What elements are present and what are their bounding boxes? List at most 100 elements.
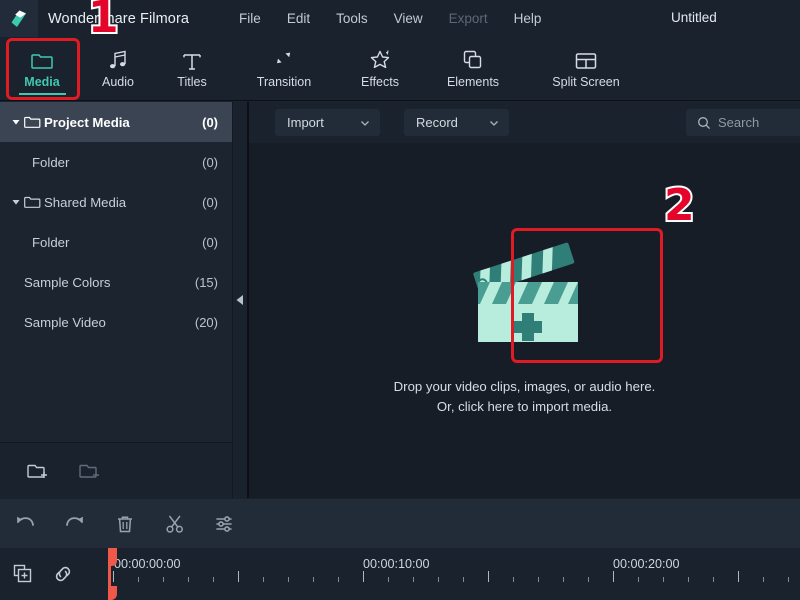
ruler-tick-minor	[663, 577, 664, 582]
clapperboard-plus-icon	[450, 225, 600, 358]
tree-item-count: (0)	[202, 114, 218, 130]
tree-item-folder[interactable]: Folder (0)	[0, 222, 232, 262]
toolbar-tab-transition[interactable]: Transition	[236, 37, 332, 101]
media-panel-toolbar: Import Record Search	[249, 102, 800, 143]
ruler-tick-minor	[438, 577, 439, 582]
toolbar-tab-label: Elements	[446, 75, 500, 89]
settings-button[interactable]	[200, 499, 250, 548]
menu-item-view[interactable]: View	[381, 7, 436, 30]
filmora-diamond-logo-icon	[11, 10, 26, 27]
undo-button[interactable]	[0, 499, 50, 548]
toolbar-tab-effects[interactable]: Effects	[344, 37, 416, 101]
text-t-icon	[181, 49, 203, 71]
ruler-tick-minor	[463, 577, 464, 582]
search-input[interactable]: Search	[686, 109, 800, 136]
chevron-down-icon[interactable]	[8, 117, 24, 127]
tree-item-project-media[interactable]: Project Media (0)	[0, 102, 232, 142]
ruler-tick-minor	[288, 577, 289, 582]
add-track-icon	[13, 564, 32, 583]
menu-item-export: Export	[448, 11, 488, 26]
settings-sliders-icon	[216, 515, 232, 532]
document-title: Untitled	[671, 10, 717, 25]
ruler-tick-major	[113, 571, 114, 582]
ruler-tick-minor	[713, 577, 714, 582]
new-folder-icon	[27, 464, 47, 478]
redo-button[interactable]	[50, 499, 100, 548]
collapse-left-arrow-icon	[236, 295, 243, 305]
media-panel: Import Record Search Drop your video cli…	[249, 102, 800, 498]
toolbar-tab-audio[interactable]: Audio	[86, 37, 150, 101]
undo-icon	[17, 516, 34, 526]
tree-item-label: Project Media	[44, 114, 130, 130]
tree-item-count: (15)	[194, 274, 218, 290]
ruler-tick-minor	[763, 577, 764, 582]
chevron-down-icon[interactable]	[8, 197, 24, 207]
tree-item-label: Folder	[32, 234, 70, 250]
ruler-tick-major	[488, 571, 489, 582]
ruler-tick-minor	[538, 577, 539, 582]
record-dropdown-label: Record	[416, 115, 458, 130]
tree-item-shared-media[interactable]: Shared Media (0)	[0, 182, 232, 222]
tree-item-label: Folder	[32, 154, 70, 170]
remove-folder-button[interactable]	[79, 461, 101, 481]
ruler-tick-major	[238, 571, 239, 582]
ruler-tick-major	[363, 571, 364, 582]
toolbar-tab-split-screen[interactable]: Split Screen	[530, 37, 642, 101]
link-clips-icon	[55, 566, 71, 582]
tree-item-folder[interactable]: Folder (0)	[0, 142, 232, 182]
record-dropdown[interactable]: Record	[404, 109, 509, 136]
sidebar-footer-toolbar	[0, 443, 233, 498]
menu-bar: File Edit Tools View Export Help	[226, 7, 554, 30]
redo-icon	[66, 516, 83, 526]
toolbar-tab-media[interactable]: Media	[10, 37, 74, 101]
search-placeholder: Search	[718, 115, 760, 130]
menu-item-help[interactable]: Help	[501, 7, 555, 30]
toolbar-tab-label: Titles	[177, 75, 207, 89]
ruler-tick-major	[613, 571, 614, 582]
dropzone-line-1: Drop your video clips, images, or audio …	[393, 378, 656, 394]
remove-folder-icon	[79, 464, 99, 478]
tree-item-sample-video[interactable]: Sample Video (20)	[0, 302, 232, 342]
media-library-sidebar: Project Media (0) Folder (0) Shared Media (0)…	[0, 102, 233, 443]
ruler-tick-minor	[388, 577, 389, 582]
delete-button[interactable]	[100, 499, 150, 548]
toolbar-tab-label: Audio	[102, 75, 134, 89]
active-tab-underline	[18, 92, 66, 95]
media-dropzone[interactable]: Drop your video clips, images, or audio …	[249, 143, 800, 498]
scissors-icon	[166, 515, 183, 533]
add-track-button[interactable]	[12, 563, 34, 585]
tree-item-label: Shared Media	[44, 194, 127, 210]
tree-item-count: (0)	[202, 234, 218, 250]
tree-item-label: Sample Colors	[24, 274, 111, 290]
split-screen-icon	[574, 49, 598, 71]
sparkle-star-icon	[369, 49, 391, 71]
ruler-tick-minor	[163, 577, 164, 582]
tree-item-count: (20)	[194, 314, 218, 330]
ruler-tick-minor	[138, 577, 139, 582]
menu-item-edit[interactable]: Edit	[274, 7, 323, 30]
layers-copy-icon	[462, 49, 484, 71]
menu-item-file[interactable]: File	[226, 7, 274, 30]
ruler-tick-minor	[688, 577, 689, 582]
ruler-tick-minor	[263, 577, 264, 582]
ruler-time-label: 00:00:20:00	[613, 557, 680, 571]
tree-item-count: (0)	[202, 194, 218, 210]
split-button[interactable]	[150, 499, 200, 548]
menu-item-tools[interactable]: Tools	[323, 7, 381, 30]
import-dropdown[interactable]: Import	[275, 109, 380, 136]
tree-item-sample-colors[interactable]: Sample Colors (15)	[0, 262, 232, 302]
timeline-ruler[interactable]: 00:00:00:00 00:00:10:00 00:00:20:00	[110, 548, 800, 600]
ruler-tick-minor	[638, 577, 639, 582]
sidebar-collapse-handle[interactable]	[233, 102, 247, 498]
folder-icon	[24, 115, 44, 129]
trash-icon	[118, 515, 132, 532]
new-folder-button[interactable]	[27, 461, 49, 481]
dropzone-line-2: Or, click here to import media.	[436, 398, 613, 414]
toolbar-tab-titles[interactable]: Titles	[160, 37, 224, 101]
chevron-down-icon	[490, 120, 498, 126]
ruler-tick-minor	[213, 577, 214, 582]
ruler-tick-minor	[188, 577, 189, 582]
ruler-time-label: 00:00:10:00	[363, 557, 430, 571]
toolbar-tab-elements[interactable]: Elements	[428, 37, 518, 101]
link-clips-button[interactable]	[52, 563, 74, 585]
